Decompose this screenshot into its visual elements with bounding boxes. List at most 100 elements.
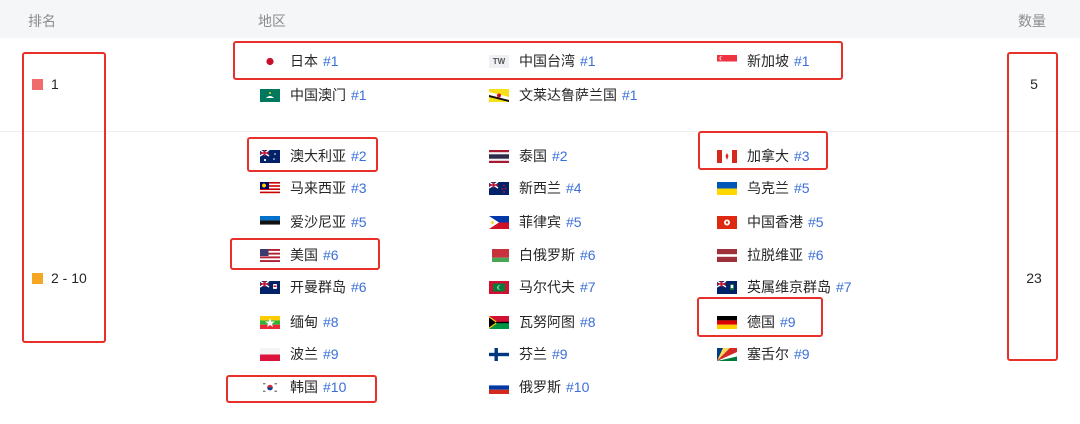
- region-entry[interactable]: 波兰 #9: [260, 344, 339, 364]
- region-name: 澳大利亚: [290, 148, 346, 164]
- ukraine-flag-icon: [717, 181, 737, 195]
- region-entry[interactable]: 文莱达鲁萨兰国 #1: [489, 85, 638, 105]
- region-name: 白俄罗斯: [519, 247, 575, 263]
- macau-flag-icon: [260, 88, 280, 102]
- region-entry[interactable]: 缅甸 #8: [260, 312, 339, 332]
- region-rank-link[interactable]: #6: [323, 247, 339, 263]
- region-entry[interactable]: 菲律宾 #5: [489, 212, 582, 232]
- region-name: 英属维京群岛: [747, 279, 831, 295]
- region-column-header: 地区: [258, 13, 286, 29]
- region-rank-link[interactable]: #5: [566, 214, 582, 230]
- region-entry[interactable]: 瓦努阿图 #8: [489, 312, 596, 332]
- region-rank-link[interactable]: #6: [580, 247, 596, 263]
- finland-flag-icon: [489, 347, 509, 361]
- region-name: 新西兰: [519, 180, 561, 196]
- region-name: 中国台湾: [519, 53, 575, 69]
- region-rank-link[interactable]: #7: [836, 279, 852, 295]
- region-rank-link[interactable]: #9: [552, 346, 568, 362]
- region-rank-link[interactable]: #10: [566, 379, 589, 395]
- region-entry[interactable]: 德国 #9: [717, 312, 796, 332]
- brunei-flag-icon: [489, 88, 509, 102]
- region-rank-link[interactable]: #1: [580, 53, 596, 69]
- region-rank-link[interactable]: #10: [323, 379, 346, 395]
- region-entry[interactable]: 马来西亚 #3: [260, 178, 367, 198]
- region-rank-link[interactable]: #6: [351, 279, 367, 295]
- region-name: 马尔代夫: [519, 279, 575, 295]
- region-entry[interactable]: 日本 #1: [260, 51, 339, 71]
- region-entry[interactable]: 拉脱维亚 #6: [717, 245, 824, 265]
- region-name: 瓦努阿图: [519, 314, 575, 330]
- row-divider: [0, 131, 1080, 132]
- russia-flag-icon: [489, 380, 509, 394]
- region-entry[interactable]: 中国澳门 #1: [260, 85, 367, 105]
- rank-color-swatch: [32, 78, 43, 90]
- region-name: 俄罗斯: [519, 379, 561, 395]
- region-rank-link[interactable]: #2: [552, 148, 568, 164]
- count-column-header: 数量: [1018, 13, 1046, 29]
- region-rank-link[interactable]: #9: [780, 314, 796, 330]
- region-entry[interactable]: 泰国 #2: [489, 146, 568, 166]
- region-rank-link[interactable]: #4: [566, 180, 582, 196]
- cayman-flag-icon: [260, 280, 280, 294]
- region-rank-link[interactable]: #1: [622, 87, 638, 103]
- region-entry[interactable]: 乌克兰 #5: [717, 178, 810, 198]
- region-rank-link[interactable]: #9: [794, 346, 810, 362]
- hong-kong-flag-icon: [717, 215, 737, 229]
- region-entry[interactable]: TW 中国台湾 #1: [489, 51, 596, 71]
- region-entry[interactable]: 美国 #6: [260, 245, 339, 265]
- region-name: 爱沙尼亚: [290, 214, 346, 230]
- estonia-flag-icon: [260, 215, 280, 229]
- malaysia-flag-icon: [260, 181, 280, 195]
- latvia-flag-icon: [717, 248, 737, 262]
- new-zealand-flag-icon: [489, 181, 509, 195]
- count-group-2: 23: [1026, 270, 1042, 286]
- region-rank-link[interactable]: #5: [794, 180, 810, 196]
- region-name: 菲律宾: [519, 214, 561, 230]
- germany-flag-icon: [717, 315, 737, 329]
- region-name: 中国香港: [747, 214, 803, 230]
- region-entry[interactable]: 中国香港 #5: [717, 212, 824, 232]
- region-entry[interactable]: 英属维京群岛 #7: [717, 277, 852, 297]
- philippines-flag-icon: [489, 215, 509, 229]
- region-entry[interactable]: 新西兰 #4: [489, 178, 582, 198]
- region-name: 加拿大: [747, 148, 789, 164]
- region-rank-link[interactable]: #8: [323, 314, 339, 330]
- region-entry[interactable]: 芬兰 #9: [489, 344, 568, 364]
- region-rank-link[interactable]: #1: [323, 53, 339, 69]
- region-rank-link[interactable]: #3: [351, 180, 367, 196]
- region-name: 泰国: [519, 148, 547, 164]
- myanmar-flag-icon: [260, 315, 280, 329]
- japan-flag-icon: [260, 54, 280, 68]
- region-entry[interactable]: 韩国 #10: [260, 377, 346, 397]
- region-rank-link[interactable]: #1: [794, 53, 810, 69]
- region-entry[interactable]: 马尔代夫 #7: [489, 277, 596, 297]
- region-rank-link[interactable]: #9: [323, 346, 339, 362]
- rank-column-header: 排名: [28, 13, 56, 29]
- region-entry[interactable]: 澳大利亚 #2: [260, 146, 367, 166]
- region-name: 马来西亚: [290, 180, 346, 196]
- region-name: 开曼群岛: [290, 279, 346, 295]
- region-entry[interactable]: 新加坡 #1: [717, 51, 810, 71]
- region-rank-link[interactable]: #5: [808, 214, 824, 230]
- region-rank-link[interactable]: #6: [808, 247, 824, 263]
- tw-text-flag-icon: TW: [489, 54, 509, 68]
- region-rank-link[interactable]: #1: [351, 87, 367, 103]
- region-entry[interactable]: 开曼群岛 #6: [260, 277, 367, 297]
- region-rank-link[interactable]: #8: [580, 314, 596, 330]
- count-group-1: 5: [1030, 76, 1038, 92]
- maldives-flag-icon: [489, 280, 509, 294]
- region-entry[interactable]: 白俄罗斯 #6: [489, 245, 596, 265]
- region-rank-link[interactable]: #2: [351, 148, 367, 164]
- region-entry[interactable]: 塞舌尔 #9: [717, 344, 810, 364]
- region-rank-link[interactable]: #3: [794, 148, 810, 164]
- thailand-flag-icon: [489, 149, 509, 163]
- region-name: 塞舌尔: [747, 346, 789, 362]
- region-name: 美国: [290, 247, 318, 263]
- region-entry[interactable]: 俄罗斯 #10: [489, 377, 589, 397]
- vanuatu-flag-icon: [489, 315, 509, 329]
- region-rank-link[interactable]: #5: [351, 214, 367, 230]
- region-entry[interactable]: 爱沙尼亚 #5: [260, 212, 367, 232]
- seychelles-flag-icon: [717, 347, 737, 361]
- region-rank-link[interactable]: #7: [580, 279, 596, 295]
- region-entry[interactable]: 加拿大 #3: [717, 146, 810, 166]
